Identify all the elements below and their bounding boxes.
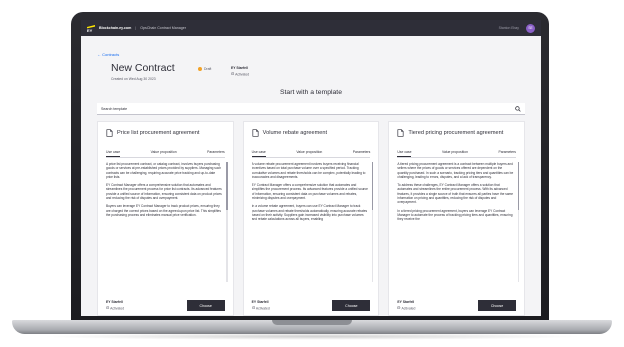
description-paragraph: To address these challenges, EY Contract… [397, 183, 514, 205]
search-input[interactable] [101, 106, 515, 111]
svg-text:EY: EY [87, 28, 93, 32]
brand-name[interactable]: Blockchain.ey.com [99, 26, 131, 30]
owner-name: EY Starfell [231, 66, 248, 70]
search-bar [97, 103, 525, 115]
top-bar: EY Blockchain.ey.com | OpsChain Contract… [81, 20, 541, 36]
template-card-tiered-pricing: Tiered pricing procurement agreement Use… [388, 121, 526, 316]
card-tabs: Use case Value proposition Parameters [251, 150, 371, 158]
choose-button[interactable]: Choose [478, 300, 517, 311]
app-screen: EY Blockchain.ey.com | OpsChain Contract… [81, 20, 541, 316]
choose-button[interactable]: Choose [186, 300, 225, 311]
card-description: A volume rebate procurement agreement in… [252, 162, 369, 282]
template-card-volume-rebate: Volume rebate agreement Use case Value p… [242, 121, 380, 316]
card-owner-name: EY Starfell [106, 300, 123, 304]
card-tabs: Use case Value proposition Parameters [106, 150, 225, 158]
card-owner-status: Activated [397, 305, 415, 310]
description-paragraph: Buyers can leverage EY Contract Manager … [106, 204, 221, 217]
card-title: Price list procurement agreement [117, 130, 200, 136]
owner-status: Activated [231, 72, 249, 76]
tab-value-proposition[interactable]: Value proposition [442, 150, 468, 157]
card-owner-name: EY Starfell [397, 300, 415, 304]
tab-use-case[interactable]: Use case [106, 150, 121, 157]
card-tabs: Use case Value proposition Parameters [397, 150, 517, 158]
template-cards: Price list procurement agreement Use cas… [97, 121, 526, 316]
description-paragraph: In a tiered pricing procurement agreemen… [397, 208, 513, 222]
activated-check-icon [397, 305, 401, 309]
card-description: A price list procurement contract, or ca… [106, 162, 223, 282]
tab-parameters[interactable]: Parameters [353, 150, 371, 157]
app-name: OpsChain Contract Manager [140, 26, 186, 30]
card-title: Tiered pricing procurement agreement [408, 130, 504, 136]
status-badge: Draft [204, 66, 212, 71]
description-paragraph: EY Contract Manager offers a comprehensi… [106, 183, 222, 201]
laptop-notch [272, 320, 352, 325]
activated-check-icon [231, 72, 235, 76]
scroll-thumb[interactable] [226, 162, 228, 210]
card-footer: EY Starfell Activated Choose [106, 300, 225, 314]
activated-check-icon [251, 305, 255, 309]
brand-separator: | [135, 26, 137, 30]
card-owner-status: Activated [251, 305, 270, 310]
description-paragraph: A tiered pricing procurement agreement i… [397, 162, 514, 179]
avatar[interactable]: SE [526, 23, 535, 33]
laptop-shadow [40, 333, 584, 340]
card-footer: EY Starfell Activated Choose [397, 300, 517, 314]
tab-use-case[interactable]: Use case [397, 150, 412, 157]
page-title: New Contract [111, 62, 175, 74]
description-paragraph: In a volume rebate agreement, buyers can… [251, 204, 368, 222]
card-scrollbar[interactable] [371, 162, 374, 282]
tab-value-proposition[interactable]: Value proposition [296, 150, 322, 157]
section-title: Start with a template [280, 89, 342, 96]
card-title: Volume rebate agreement [262, 130, 328, 136]
user-name[interactable]: Stanton Ebay [499, 26, 519, 30]
status-dot-icon [198, 67, 202, 71]
tab-use-case[interactable]: Use case [251, 150, 266, 157]
scroll-thumb[interactable] [517, 162, 520, 210]
tab-parameters[interactable]: Parameters [498, 150, 516, 157]
card-owner-name: EY Starfell [251, 300, 269, 304]
search-icon[interactable] [515, 105, 521, 112]
template-card-price-list: Price list procurement agreement Use cas… [97, 121, 234, 316]
tab-parameters[interactable]: Parameters [207, 150, 225, 157]
document-icon [252, 129, 259, 137]
created-date: Created on Wed Aug 30 2023 [111, 77, 156, 81]
card-scrollbar[interactable] [226, 162, 228, 282]
document-icon [397, 129, 404, 137]
choose-button[interactable]: Choose [332, 300, 371, 311]
contract-header: New Contract [111, 62, 175, 74]
card-scrollbar[interactable] [517, 162, 520, 282]
back-to-contracts-link[interactable]: ← Contracts [97, 52, 119, 57]
scroll-thumb[interactable] [371, 162, 374, 210]
description-paragraph: A price list procurement contract, or ca… [106, 162, 221, 179]
document-icon [106, 129, 113, 137]
description-paragraph: EY Contract Manager offers a comprehensi… [251, 183, 368, 201]
card-owner-status: Activated [106, 305, 124, 310]
ey-logo-icon[interactable]: EY [87, 24, 95, 32]
description-paragraph: A volume rebate procurement agreement in… [251, 162, 366, 179]
tab-value-proposition[interactable]: Value proposition [151, 150, 177, 157]
card-footer: EY Starfell Activated Choose [252, 300, 371, 314]
card-description: A tiered pricing procurement agreement i… [397, 162, 514, 282]
activated-check-icon [106, 305, 110, 309]
